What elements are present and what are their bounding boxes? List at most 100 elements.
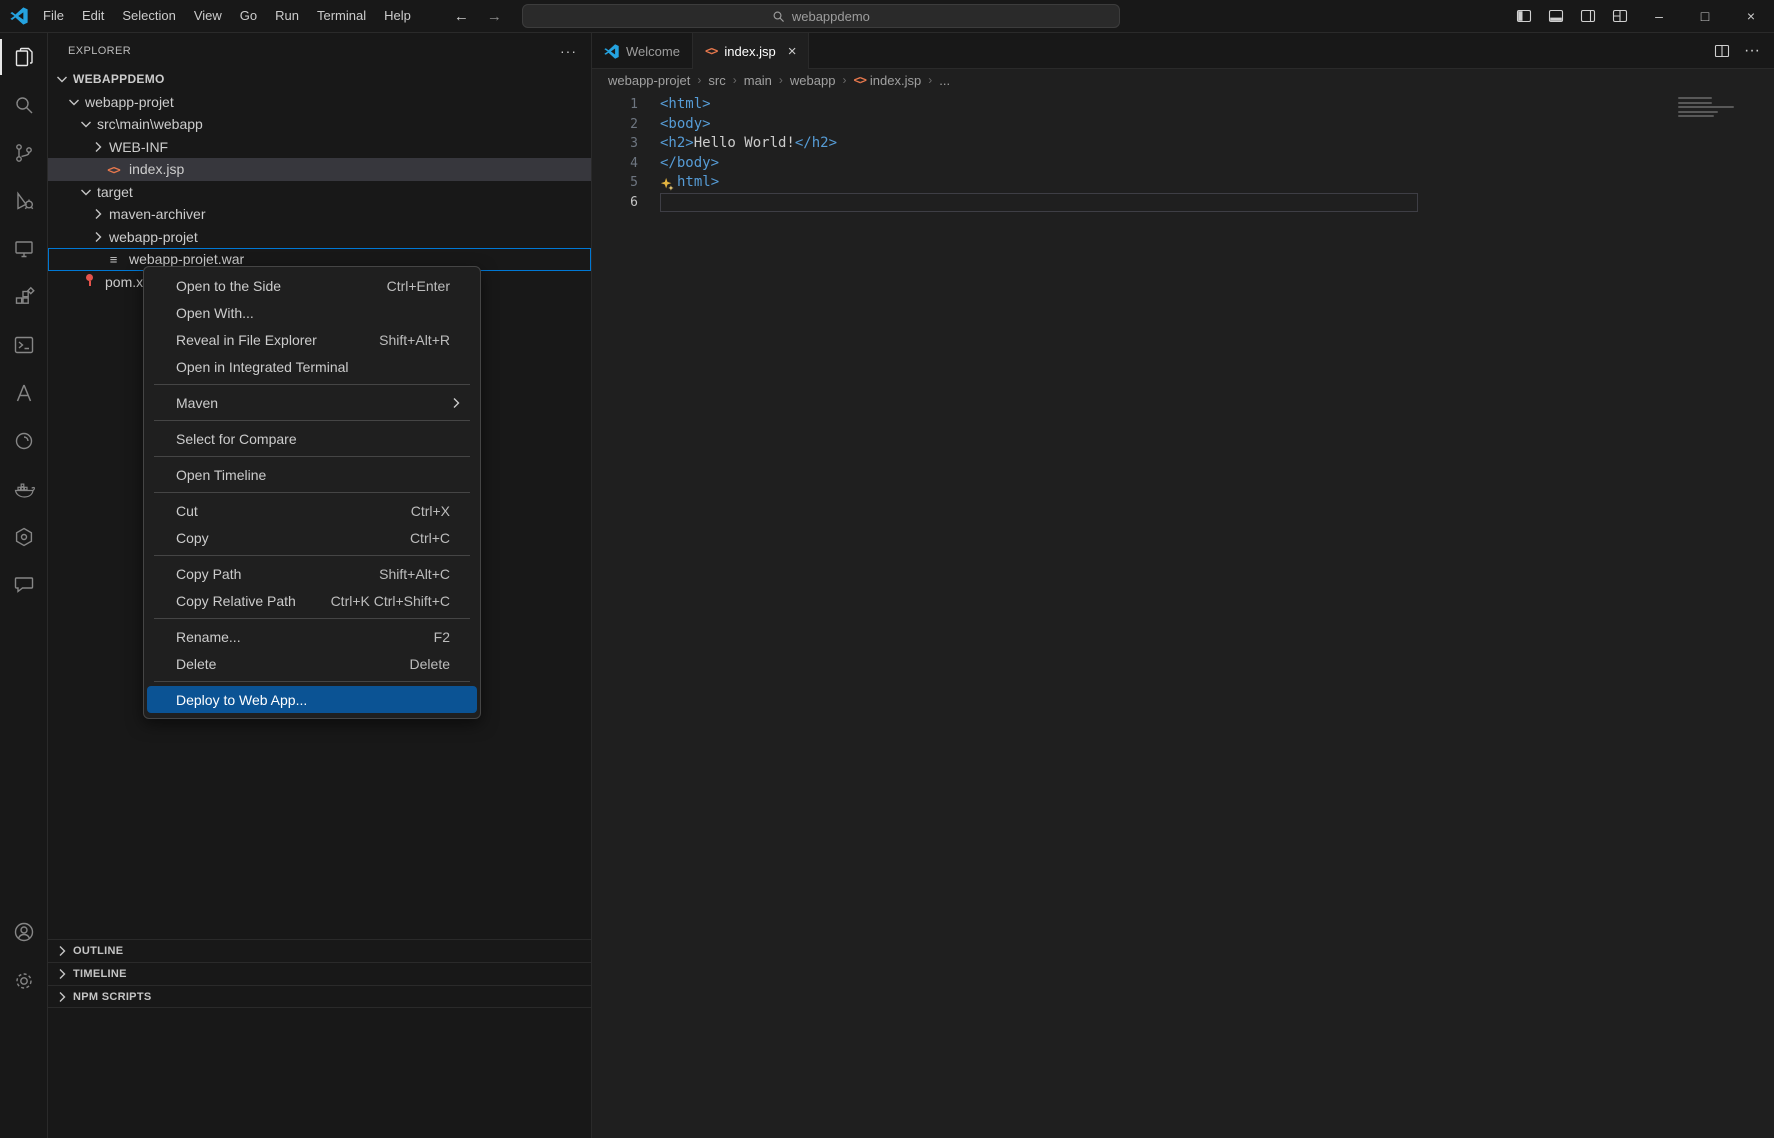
- menu-terminal[interactable]: Terminal: [308, 0, 375, 32]
- section-npm-scripts[interactable]: NPM SCRIPTS: [48, 985, 591, 1008]
- maximize-button[interactable]: □: [1682, 0, 1728, 33]
- code-tag-token: </h2>: [795, 134, 837, 154]
- section-timeline[interactable]: TIMELINE: [48, 962, 591, 985]
- menu-edit[interactable]: Edit: [73, 0, 113, 32]
- tree-item-label: target: [97, 184, 133, 200]
- menu-view[interactable]: View: [185, 0, 231, 32]
- menu-item-copy[interactable]: CopyCtrl+C: [147, 524, 477, 551]
- code-lines: 1<html>2<body>3<h2>Hello World!</h2>4</b…: [592, 95, 1774, 212]
- menu-item-rename[interactable]: Rename...F2: [147, 623, 477, 650]
- menu-file[interactable]: File: [34, 0, 73, 32]
- close-tab-icon[interactable]: ×: [788, 43, 797, 60]
- search-value: webappdemo: [792, 9, 870, 24]
- code-line-6[interactable]: 6: [592, 193, 1774, 213]
- copilot-sparkle-icon: [660, 177, 674, 191]
- pom-file-icon: [81, 272, 98, 291]
- menu-item-maven[interactable]: Maven: [147, 389, 477, 416]
- menu-item-cut[interactable]: CutCtrl+X: [147, 497, 477, 524]
- customize-layout-icon[interactable]: [1604, 0, 1636, 33]
- sidebar-more-actions-icon[interactable]: ···: [560, 43, 577, 59]
- tree-item-maven-archiver[interactable]: maven-archiver: [48, 203, 591, 226]
- code-line-3[interactable]: 3<h2>Hello World!</h2>: [592, 134, 1774, 154]
- chevron-down-icon: [78, 184, 94, 200]
- close-button[interactable]: ×: [1728, 0, 1774, 33]
- section-outline[interactable]: OUTLINE: [48, 939, 591, 962]
- gradle-icon[interactable]: [0, 417, 47, 465]
- titlebar-actions: – □ ×: [1508, 0, 1774, 33]
- kubernetes-icon[interactable]: [0, 513, 47, 561]
- search-icon[interactable]: [0, 81, 47, 129]
- code-line-1[interactable]: 1<html>: [592, 95, 1774, 115]
- menu-item-reveal-in-file-explorer[interactable]: Reveal in File ExplorerShift+Alt+R: [147, 326, 477, 353]
- tree-root-webappdemo[interactable]: WEBAPPDEMO: [48, 68, 591, 91]
- line-number: 4: [592, 154, 638, 174]
- more-actions-icon[interactable]: ···: [1744, 42, 1760, 60]
- breadcrumb-item-index-jsp[interactable]: <>index.jsp: [853, 73, 921, 88]
- terminal-icon[interactable]: [0, 321, 47, 369]
- menu-item-open-to-the-side[interactable]: Open to the SideCtrl+Enter: [147, 272, 477, 299]
- breadcrumb-item--[interactable]: ...: [939, 73, 950, 88]
- breadcrumb-item-src[interactable]: src: [708, 73, 725, 88]
- breadcrumb-label: webapp-projet: [608, 73, 690, 88]
- toggle-panel-icon[interactable]: [1540, 0, 1572, 33]
- code-line-5[interactable]: 5html>: [592, 173, 1774, 193]
- menu-item-copy-path[interactable]: Copy Path Shift+Alt+C: [147, 560, 477, 587]
- chevron-right-icon: [90, 206, 106, 222]
- menu-item-select-for-compare[interactable]: Select for Compare: [147, 425, 477, 452]
- run-debug-icon[interactable]: [0, 177, 47, 225]
- code-editor[interactable]: 1<html>2<body>3<h2>Hello World!</h2>4</b…: [592, 91, 1774, 1138]
- chevron-right-icon: [54, 943, 70, 959]
- forward-arrow-icon[interactable]: →: [487, 8, 502, 25]
- menu-run[interactable]: Run: [266, 0, 308, 32]
- tree-item-index-jsp[interactable]: <>index.jsp: [48, 158, 591, 181]
- docker-icon[interactable]: [0, 465, 47, 513]
- split-editor-icon[interactable]: [1714, 43, 1730, 59]
- azure-icon[interactable]: [0, 369, 47, 417]
- extensions-icon[interactable]: [0, 273, 47, 321]
- tree-item-target[interactable]: target: [48, 181, 591, 204]
- tree-item-web-inf[interactable]: WEB-INF: [48, 136, 591, 159]
- menu-item-delete[interactable]: DeleteDelete: [147, 650, 477, 677]
- comments-icon[interactable]: [0, 561, 47, 609]
- tree-item-src-main-webapp[interactable]: src\main\webapp: [48, 113, 591, 136]
- tab-index-jsp[interactable]: <> index.jsp ×: [693, 33, 810, 69]
- menu-item-shortcut: Ctrl+X: [411, 503, 450, 519]
- code-tag-token: html>: [677, 173, 719, 193]
- menu-help[interactable]: Help: [375, 0, 420, 32]
- breadcrumb-item-webapp[interactable]: webapp: [790, 73, 836, 88]
- menu-item-label: Copy Path: [176, 566, 241, 582]
- jsp-file-icon: <>: [105, 161, 122, 177]
- code-line-4[interactable]: 4</body>: [592, 154, 1774, 174]
- accounts-icon[interactable]: [0, 908, 47, 956]
- breadcrumb-item-main[interactable]: main: [744, 73, 772, 88]
- command-center-search[interactable]: webappdemo: [522, 4, 1120, 28]
- remote-explorer-icon[interactable]: [0, 225, 47, 273]
- menu-item-open-timeline[interactable]: Open Timeline: [147, 461, 477, 488]
- menu-item-deploy-to-web-app[interactable]: Deploy to Web App...: [147, 686, 477, 713]
- menu-item-open-in-integrated-terminal[interactable]: Open in Integrated Terminal: [147, 353, 477, 380]
- explorer-icon[interactable]: [0, 33, 47, 81]
- menu-item-shortcut: Shift+Alt+C: [379, 566, 450, 582]
- source-control-icon[interactable]: [0, 129, 47, 177]
- toggle-sidebar-icon[interactable]: [1508, 0, 1540, 33]
- minimap[interactable]: [1678, 97, 1758, 120]
- back-arrow-icon[interactable]: ←: [454, 8, 469, 25]
- menu-selection[interactable]: Selection: [113, 0, 184, 32]
- settings-icon[interactable]: [0, 957, 47, 1005]
- breadcrumb-item-webapp-projet[interactable]: webapp-projet: [608, 73, 690, 88]
- section-label: TIMELINE: [73, 968, 127, 980]
- minimize-button[interactable]: –: [1636, 0, 1682, 33]
- menu-item-label: Delete: [176, 656, 216, 672]
- menu-item-copy-relative-path[interactable]: Copy Relative PathCtrl+K Ctrl+Shift+C: [147, 587, 477, 614]
- menu-item-open-with[interactable]: Open With...: [147, 299, 477, 326]
- tree-item-webapp-projet[interactable]: webapp-projet: [48, 91, 591, 114]
- sidebar-title: EXPLORER: [68, 45, 131, 57]
- code-text-token: Hello World!: [694, 134, 795, 154]
- toggle-secondary-sidebar-icon[interactable]: [1572, 0, 1604, 33]
- tab-bar: Welcome <> index.jsp × ···: [592, 33, 1774, 69]
- tab-label: index.jsp: [724, 44, 775, 59]
- tab-welcome[interactable]: Welcome: [592, 33, 693, 69]
- menu-go[interactable]: Go: [231, 0, 266, 32]
- tree-item-webapp-projet[interactable]: webapp-projet: [48, 226, 591, 249]
- code-line-2[interactable]: 2<body>: [592, 115, 1774, 135]
